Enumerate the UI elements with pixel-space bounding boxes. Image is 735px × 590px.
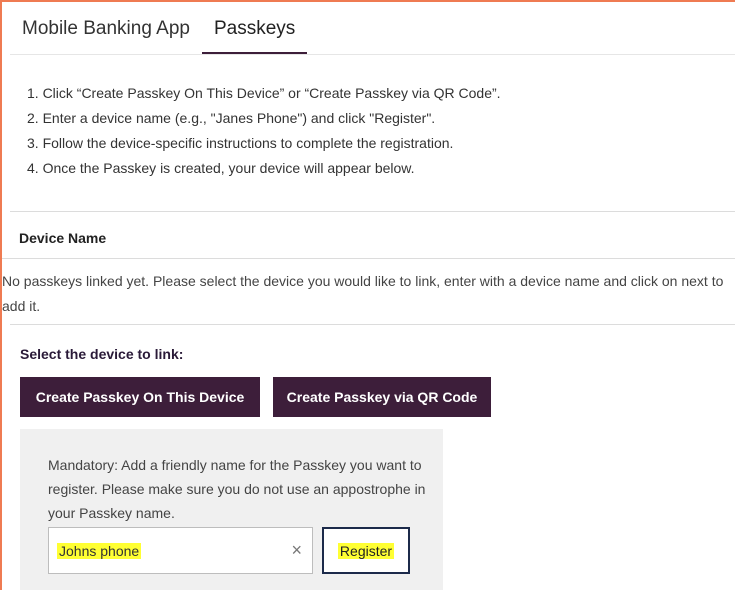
select-device-label: Select the device to link: — [20, 346, 184, 362]
instruction-step: 4. Once the Passkey is created, your dev… — [27, 160, 415, 176]
section-divider — [2, 258, 735, 259]
instruction-list: 1. Click “Create Passkey On This Device”… — [27, 81, 501, 181]
empty-state-message: No passkeys linked yet. Please select th… — [2, 273, 724, 314]
register-button[interactable]: Register — [322, 527, 410, 574]
section-divider — [10, 211, 735, 212]
register-instructions: Mandatory: Add a friendly name for the P… — [48, 457, 426, 521]
passkey-name-field[interactable]: Johns phone × — [48, 527, 313, 574]
clear-icon[interactable]: × — [291, 540, 302, 561]
section-divider — [10, 324, 735, 325]
passkey-name-value[interactable]: Johns phone — [57, 542, 142, 559]
instruction-step: 1. Click “Create Passkey On This Device”… — [27, 85, 501, 101]
instruction-step: 2. Enter a device name (e.g., "Janes Pho… — [27, 110, 436, 126]
tab-mobile-banking-app[interactable]: Mobile Banking App — [10, 10, 202, 54]
register-button-label: Register — [337, 542, 395, 559]
create-passkey-via-qr-button[interactable]: Create Passkey via QR Code — [273, 377, 491, 417]
tab-passkeys[interactable]: Passkeys — [201, 10, 308, 54]
window-top-border — [0, 0, 735, 2]
instruction-step: 3. Follow the device-specific instructio… — [27, 135, 454, 151]
tab-divider — [10, 54, 735, 55]
register-panel: Mandatory: Add a friendly name for the P… — [20, 429, 443, 590]
tab-bar: Mobile Banking App Passkeys — [10, 10, 735, 54]
device-name-column-header: Device Name — [19, 230, 107, 246]
create-passkey-on-device-button[interactable]: Create Passkey On This Device — [20, 377, 260, 417]
